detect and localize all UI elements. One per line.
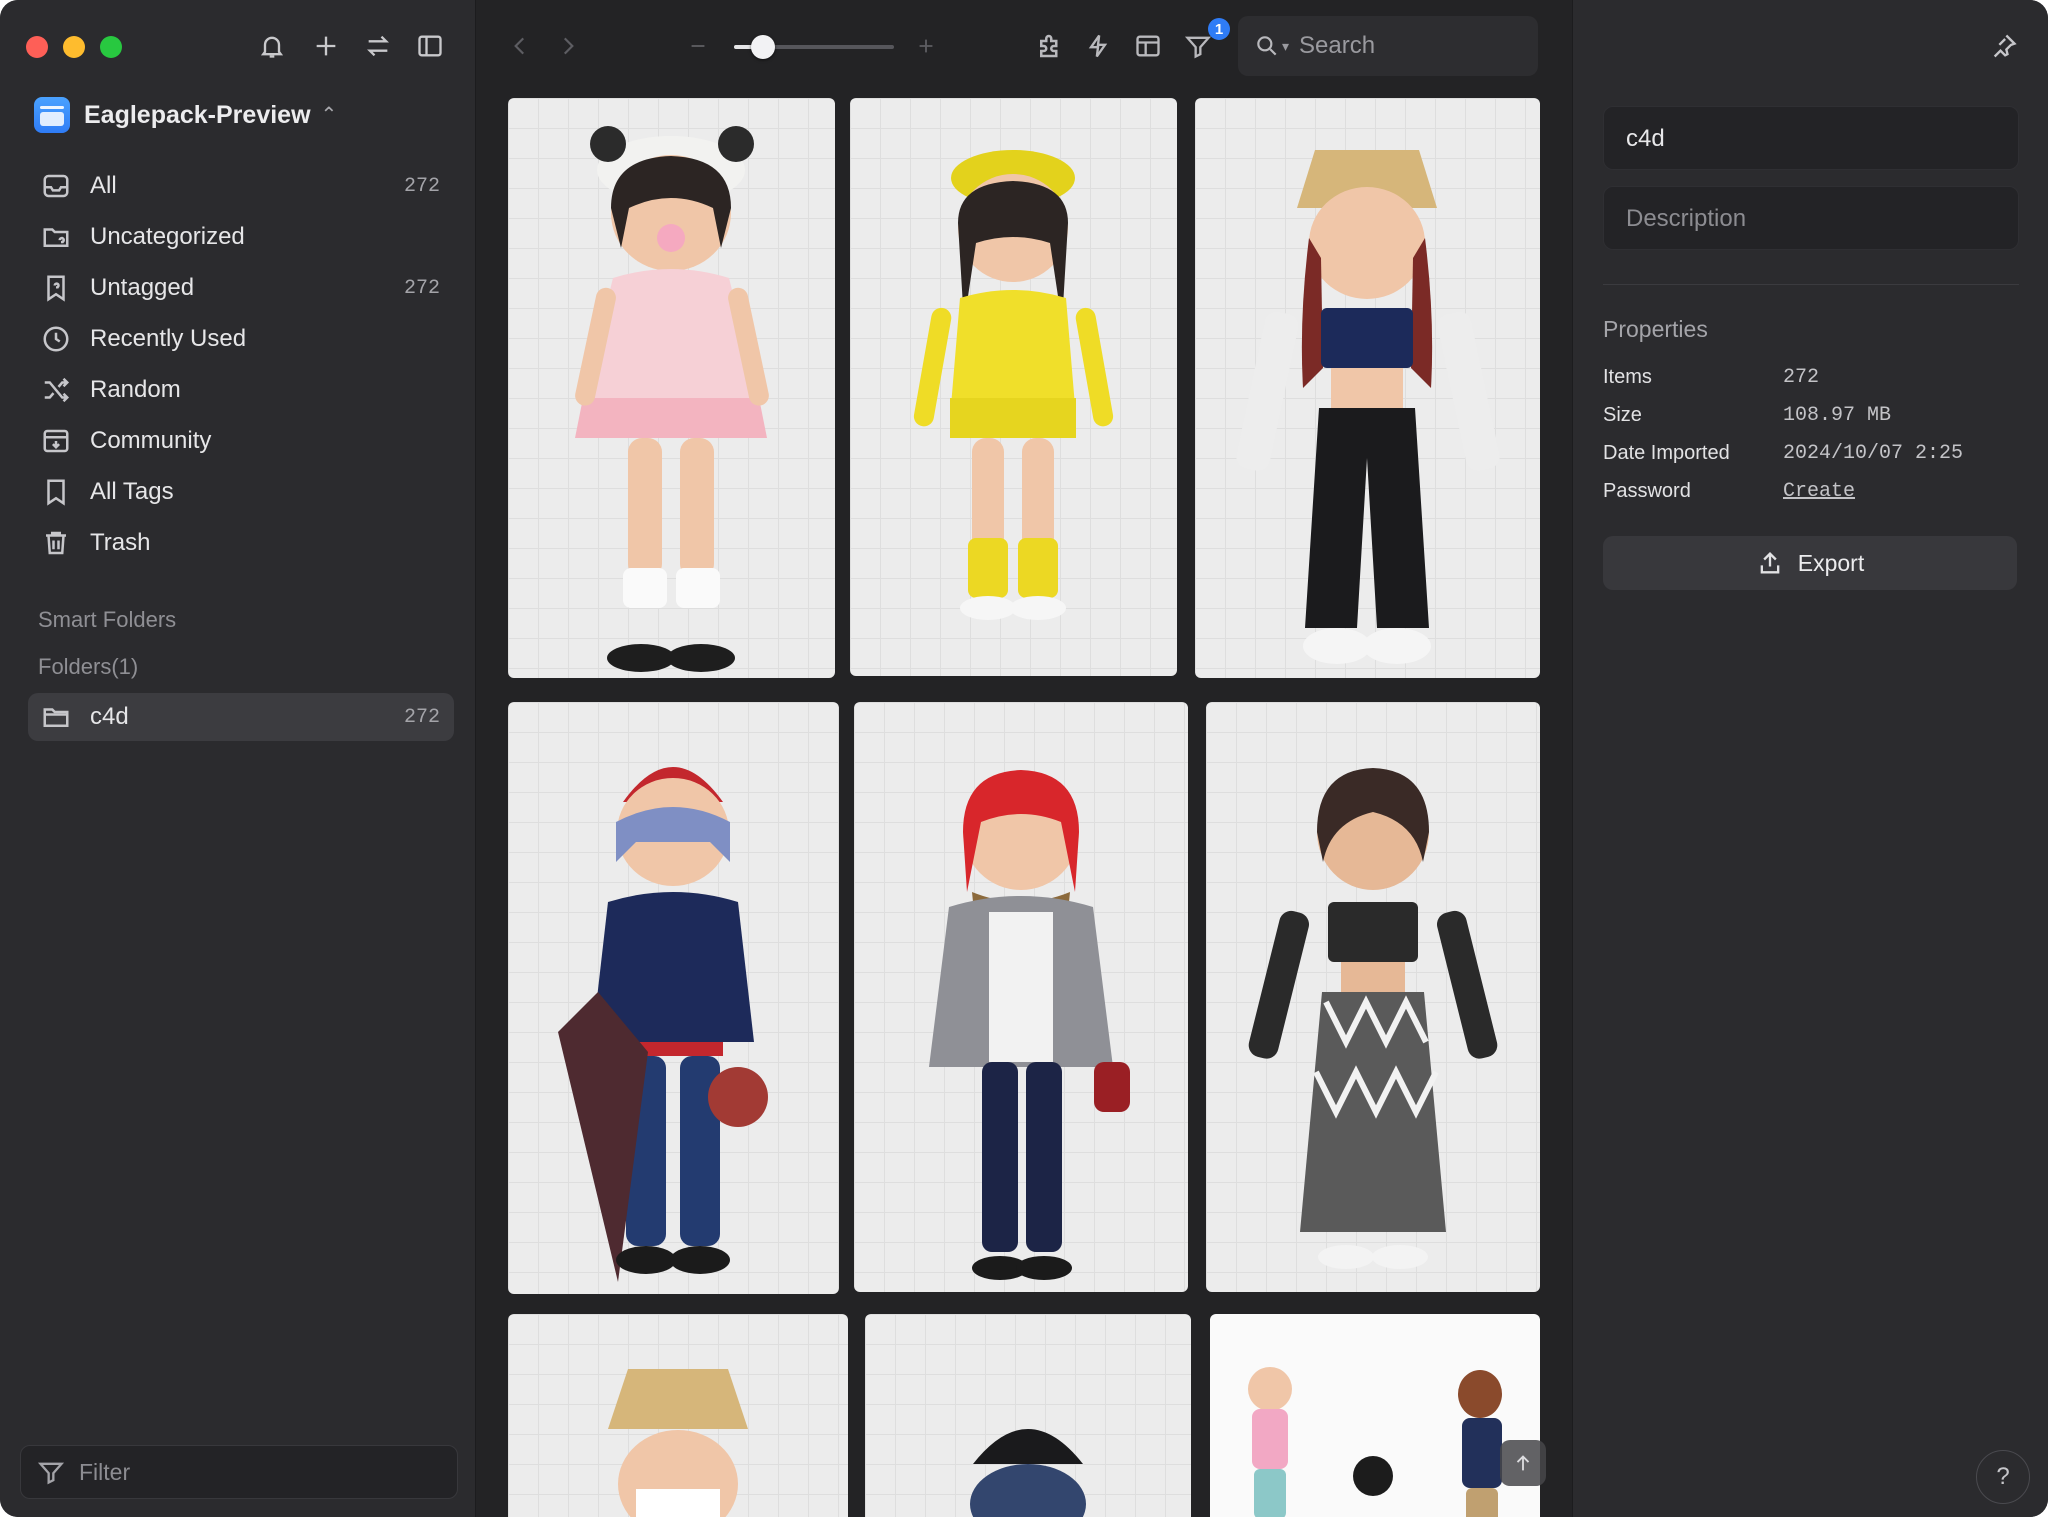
scroll-to-top-button[interactable]	[1500, 1440, 1546, 1486]
property-key: Date Imported	[1603, 442, 1730, 464]
grid-item[interactable]	[1206, 702, 1540, 1292]
sidebar-item-all-tags[interactable]: All Tags	[28, 468, 454, 516]
sidebar-item-label: Community	[90, 427, 212, 454]
arrow-up-icon	[1516, 1455, 1530, 1471]
grid-item[interactable]	[508, 98, 835, 678]
name-input[interactable]	[1624, 107, 2008, 171]
grid-item[interactable]	[1195, 98, 1540, 678]
property-row-items: Items 272	[1603, 366, 2023, 396]
library-name: Eaglepack-Preview	[84, 100, 311, 129]
property-key: Items	[1603, 366, 1652, 388]
zoom-slider-handle[interactable]	[750, 35, 775, 59]
folder-icon	[36, 697, 76, 737]
grid-item[interactable]	[865, 1314, 1191, 1517]
chevron-down-icon[interactable]: ▾	[1282, 38, 1289, 55]
name-field[interactable]	[1603, 106, 2019, 171]
asset-grid	[476, 92, 1572, 1517]
property-key: Size	[1603, 404, 1642, 426]
search-icon	[1257, 36, 1277, 56]
filter-input[interactable]	[77, 1457, 441, 1487]
zoom-in-button[interactable]	[906, 26, 946, 66]
zoom-out-button[interactable]	[678, 26, 718, 66]
property-value: 2024/10/07 2:25	[1783, 442, 1964, 465]
bell-icon[interactable]	[254, 28, 290, 64]
property-value: 108.97 MB	[1783, 404, 1892, 427]
sidebar-item-trash[interactable]: Trash	[28, 519, 454, 567]
layout-icon[interactable]	[1128, 26, 1168, 66]
sidebar-item-count: 272	[403, 705, 440, 729]
export-label: Export	[1797, 549, 1865, 576]
grid-item[interactable]	[508, 1314, 848, 1517]
minimize-window-button[interactable]	[63, 36, 85, 58]
app-window: Eaglepack-Preview ⌃ All 272 Uncategorize…	[0, 0, 2048, 1517]
sidebar-item-label: Uncategorized	[90, 223, 245, 250]
export-button[interactable]: Export	[1603, 536, 2017, 590]
plus-icon[interactable]	[308, 28, 344, 64]
upload-icon	[1760, 552, 1780, 574]
property-value: 272	[1783, 366, 1820, 389]
zoom-slider[interactable]	[734, 35, 894, 59]
sidebar-item-community[interactable]: Community	[28, 417, 454, 465]
description-input[interactable]	[1624, 187, 2008, 251]
sidebar-toggle-icon[interactable]	[412, 28, 448, 64]
library-icon	[34, 97, 70, 133]
untagged-icon	[36, 268, 76, 308]
sidebar-item-label: Untagged	[90, 274, 195, 301]
sidebar-item-label: All Tags	[90, 478, 174, 505]
trash-icon	[36, 523, 76, 563]
grid-item[interactable]	[850, 98, 1177, 676]
clock-icon	[36, 319, 76, 359]
sidebar-item-random[interactable]: Random	[28, 366, 454, 414]
sidebar-item-count: 272	[403, 276, 440, 300]
chevron-updown-icon: ⌃	[320, 104, 338, 126]
filter-icon	[37, 1462, 65, 1485]
sidebar-item-untagged[interactable]: Untagged 272	[28, 264, 454, 312]
search-input[interactable]	[1297, 31, 1522, 61]
divider	[1603, 284, 2019, 285]
create-password-link[interactable]: Create	[1783, 480, 1855, 503]
lightning-icon[interactable]	[1078, 26, 1118, 66]
properties-heading: Properties	[1603, 316, 1708, 342]
library-switcher[interactable]: Eaglepack-Preview ⌃	[34, 95, 337, 135]
sidebar-item-label: c4d	[90, 703, 129, 730]
sidebar-item-label: Random	[90, 376, 181, 403]
close-window-button[interactable]	[26, 36, 48, 58]
smart-folders-heading[interactable]: Smart Folders	[38, 607, 176, 633]
bookmark-icon	[36, 472, 76, 512]
sidebar-item-label: Trash	[90, 529, 151, 556]
sidebar-item-recently-used[interactable]: Recently Used	[28, 315, 454, 363]
folders-heading[interactable]: Folders(1)	[38, 654, 138, 680]
sidebar-item-count: 272	[403, 174, 440, 198]
uncategorized-folder-icon	[36, 217, 76, 257]
property-row-password: Password Create	[1603, 480, 2023, 510]
property-key: Password	[1603, 480, 1691, 502]
back-button[interactable]	[500, 26, 540, 66]
search-box[interactable]: ▾	[1238, 16, 1538, 76]
pin-icon[interactable]	[1986, 28, 2022, 64]
sidebar-folder-c4d[interactable]: c4d 272	[28, 693, 454, 741]
sidebar-item-all[interactable]: All 272	[28, 162, 454, 210]
sidebar-item-label: Recently Used	[90, 325, 247, 352]
filter-count-badge: 1	[1208, 18, 1230, 40]
sidebar: Eaglepack-Preview ⌃ All 272 Uncategorize…	[0, 0, 476, 1517]
sidebar-item-uncategorized[interactable]: Uncategorized	[28, 213, 454, 261]
grid-item[interactable]	[854, 702, 1188, 1292]
zoom-window-button[interactable]	[100, 36, 122, 58]
description-field[interactable]	[1603, 186, 2019, 251]
forward-button[interactable]	[548, 26, 588, 66]
filter-bar[interactable]	[20, 1445, 458, 1499]
property-row-date-imported: Date Imported 2024/10/07 2:25	[1603, 442, 2023, 472]
sidebar-item-label: All	[90, 172, 117, 199]
shuffle-icon	[36, 370, 76, 410]
extension-icon[interactable]	[1030, 26, 1070, 66]
grid-item[interactable]	[1210, 1314, 1540, 1517]
download-box-icon	[36, 421, 76, 461]
help-button[interactable]: ?	[1976, 1450, 2030, 1504]
property-row-size: Size 108.97 MB	[1603, 404, 2023, 434]
grid-item[interactable]	[508, 702, 839, 1294]
inbox-icon	[36, 166, 76, 206]
swap-icon[interactable]	[360, 28, 396, 64]
